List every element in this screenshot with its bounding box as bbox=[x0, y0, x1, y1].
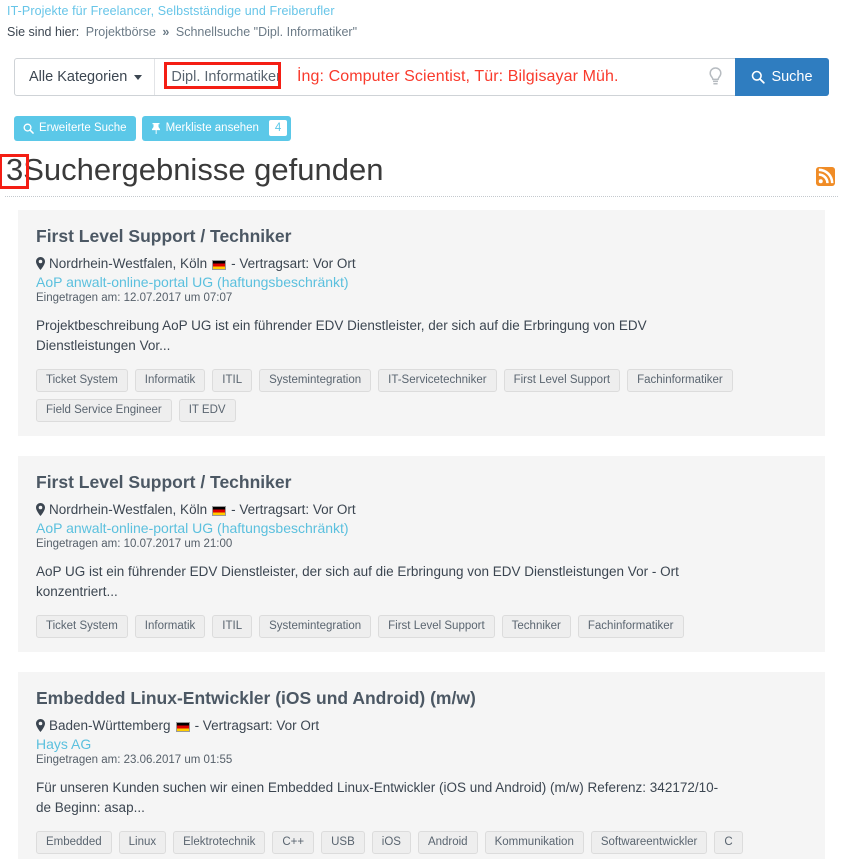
tag[interactable]: C bbox=[714, 831, 743, 855]
lightbulb-icon bbox=[708, 67, 722, 85]
de-flag-icon bbox=[212, 259, 227, 270]
category-dropdown[interactable]: Alle Kategorien bbox=[15, 59, 156, 95]
tag[interactable]: Ticket System bbox=[36, 615, 128, 639]
site-tagline[interactable]: IT-Projekte für Freelancer, Selbstständi… bbox=[7, 4, 335, 18]
result-description: Für unseren Kunden suchen wir einen Embe… bbox=[36, 780, 719, 815]
result-meta: Nordrhein-Westfalen, Köln - Vertragsart:… bbox=[36, 502, 807, 517]
breadcrumb: Sie sind hier: Projektbörse » Schnellsuc… bbox=[7, 25, 357, 39]
tag[interactable]: Softwareentwickler bbox=[590, 831, 708, 855]
watchlist-label: Merkliste ansehen bbox=[165, 122, 259, 134]
tag[interactable]: First Level Support bbox=[503, 369, 621, 393]
breadcrumb-current: Schnellsuche "Dipl. Informatiker" bbox=[175, 25, 358, 39]
tag[interactable]: Systemintegration bbox=[259, 615, 372, 639]
chevron-down-icon bbox=[134, 74, 143, 80]
results-heading-text: Suchergebnisse gefunden bbox=[23, 152, 384, 187]
tag[interactable]: Ticket System bbox=[36, 369, 128, 393]
result-company-link[interactable]: AoP anwalt-online-portal UG (haftungsbes… bbox=[36, 273, 807, 291]
advanced-search-button[interactable]: Erweiterte Suche bbox=[14, 116, 136, 141]
result-card[interactable]: First Level Support / Techniker Nordrhei… bbox=[18, 210, 825, 437]
watchlist-count-badge: 4 bbox=[268, 120, 288, 136]
result-company-link[interactable]: Hays AG bbox=[36, 735, 807, 753]
result-tags: Ticket System Informatik ITIL Systeminte… bbox=[36, 615, 807, 639]
result-tags: Ticket System Informatik ITIL Systeminte… bbox=[36, 369, 807, 423]
tag[interactable]: IT EDV bbox=[178, 399, 236, 423]
result-tags: Embedded Linux Elektrotechnik C++ USB iO… bbox=[36, 831, 807, 855]
tag[interactable]: Techniker bbox=[501, 615, 571, 639]
search-results-page: IT-Projekte für Freelancer, Selbstständi… bbox=[0, 0, 843, 859]
watchlist-button[interactable]: Merkliste ansehen 4 bbox=[141, 116, 292, 141]
search-bar: Alle Kategorien Dipl. Informatiker İng: … bbox=[14, 58, 829, 96]
tag[interactable]: Fachinformatiker bbox=[627, 369, 733, 393]
result-title[interactable]: First Level Support / Techniker bbox=[36, 472, 807, 493]
search-input[interactable]: Dipl. Informatiker bbox=[169, 68, 283, 86]
tag[interactable]: Elektrotechnik bbox=[173, 831, 266, 855]
result-description: Projektbeschreibung AoP UG ist ein führe… bbox=[36, 318, 647, 353]
search-query-area: Dipl. Informatiker İng: Computer Scienti… bbox=[155, 59, 695, 95]
rss-feed-icon[interactable] bbox=[816, 167, 835, 186]
de-flag-icon bbox=[175, 721, 190, 732]
tag[interactable]: Kommunikation bbox=[484, 831, 584, 855]
tag[interactable]: Informatik bbox=[134, 369, 206, 393]
result-title[interactable]: First Level Support / Techniker bbox=[36, 226, 807, 247]
result-posted-date: Eingetragen am: 10.07.2017 um 21:00 bbox=[36, 538, 233, 551]
result-contract: - Vertragsart: Vor Ort bbox=[194, 718, 320, 733]
tag[interactable]: Systemintegration bbox=[259, 369, 372, 393]
result-contract: - Vertragsart: Vor Ort bbox=[231, 256, 356, 271]
breadcrumb-item-projektboerse[interactable]: Projektbörse bbox=[86, 25, 156, 39]
search-icon bbox=[752, 70, 766, 84]
result-location: Baden-Württemberg bbox=[49, 718, 171, 733]
result-description: AoP UG ist ein führender EDV Dienstleist… bbox=[36, 564, 679, 599]
de-flag-icon bbox=[212, 505, 227, 516]
location-pin-icon bbox=[36, 719, 45, 732]
breadcrumb-label: Sie sind hier: bbox=[7, 25, 80, 39]
pin-icon bbox=[151, 123, 160, 134]
result-posted-date: Eingetragen am: 12.07.2017 um 07:07 bbox=[36, 292, 233, 305]
results-heading: 3 Suchergebnisse gefunden bbox=[0, 152, 384, 189]
result-card[interactable]: Embedded Linux-Entwickler (iOS und Andro… bbox=[18, 672, 825, 859]
search-submit-button[interactable]: Suche bbox=[735, 58, 829, 96]
result-card[interactable]: First Level Support / Techniker Nordrhei… bbox=[18, 456, 825, 653]
search-icon bbox=[23, 123, 34, 134]
tag[interactable]: Fachinformatiker bbox=[577, 615, 684, 639]
tag[interactable]: Embedded bbox=[36, 831, 112, 855]
breadcrumb-separator: » bbox=[162, 25, 170, 39]
tag[interactable]: Android bbox=[417, 831, 478, 855]
tag[interactable]: ITIL bbox=[212, 369, 253, 393]
result-meta: Baden-Württemberg - Vertragsart: Vor Ort bbox=[36, 718, 807, 733]
tag[interactable]: IT-Servicetechniker bbox=[378, 369, 497, 393]
advanced-search-label: Erweiterte Suche bbox=[39, 122, 127, 134]
result-posted-date: Eingetragen am: 23.06.2017 um 01:55 bbox=[36, 754, 233, 767]
tag[interactable]: USB bbox=[321, 831, 365, 855]
result-meta: Nordrhein-Westfalen, Köln - Vertragsart:… bbox=[36, 256, 807, 271]
category-dropdown-label: Alle Kategorien bbox=[29, 69, 128, 85]
search-tips-button[interactable] bbox=[695, 59, 735, 95]
location-pin-icon bbox=[36, 257, 45, 270]
tag[interactable]: iOS bbox=[371, 831, 411, 855]
result-company-link[interactable]: AoP anwalt-online-portal UG (haftungsbes… bbox=[36, 519, 807, 537]
tag[interactable]: Linux bbox=[118, 831, 167, 855]
translation-annotation: İng: Computer Scientist, Tür: Bilgisayar… bbox=[296, 68, 619, 85]
tag[interactable]: ITIL bbox=[212, 615, 253, 639]
tag[interactable]: Informatik bbox=[134, 615, 206, 639]
search-actions: Erweiterte Suche Merkliste ansehen 4 bbox=[14, 116, 292, 141]
result-title[interactable]: Embedded Linux-Entwickler (iOS und Andro… bbox=[36, 688, 807, 709]
heading-divider bbox=[5, 196, 838, 197]
result-location: Nordrhein-Westfalen, Köln bbox=[49, 256, 208, 271]
result-location: Nordrhein-Westfalen, Köln bbox=[49, 502, 208, 517]
results-count-wrapper: 3 bbox=[0, 152, 29, 189]
location-pin-icon bbox=[36, 503, 45, 516]
tag[interactable]: First Level Support bbox=[378, 615, 495, 639]
result-contract: - Vertragsart: Vor Ort bbox=[231, 502, 356, 517]
results-count: 3 bbox=[6, 152, 24, 187]
search-submit-label: Suche bbox=[771, 69, 813, 85]
tag[interactable]: Field Service Engineer bbox=[36, 399, 172, 423]
tag[interactable]: C++ bbox=[272, 831, 315, 855]
